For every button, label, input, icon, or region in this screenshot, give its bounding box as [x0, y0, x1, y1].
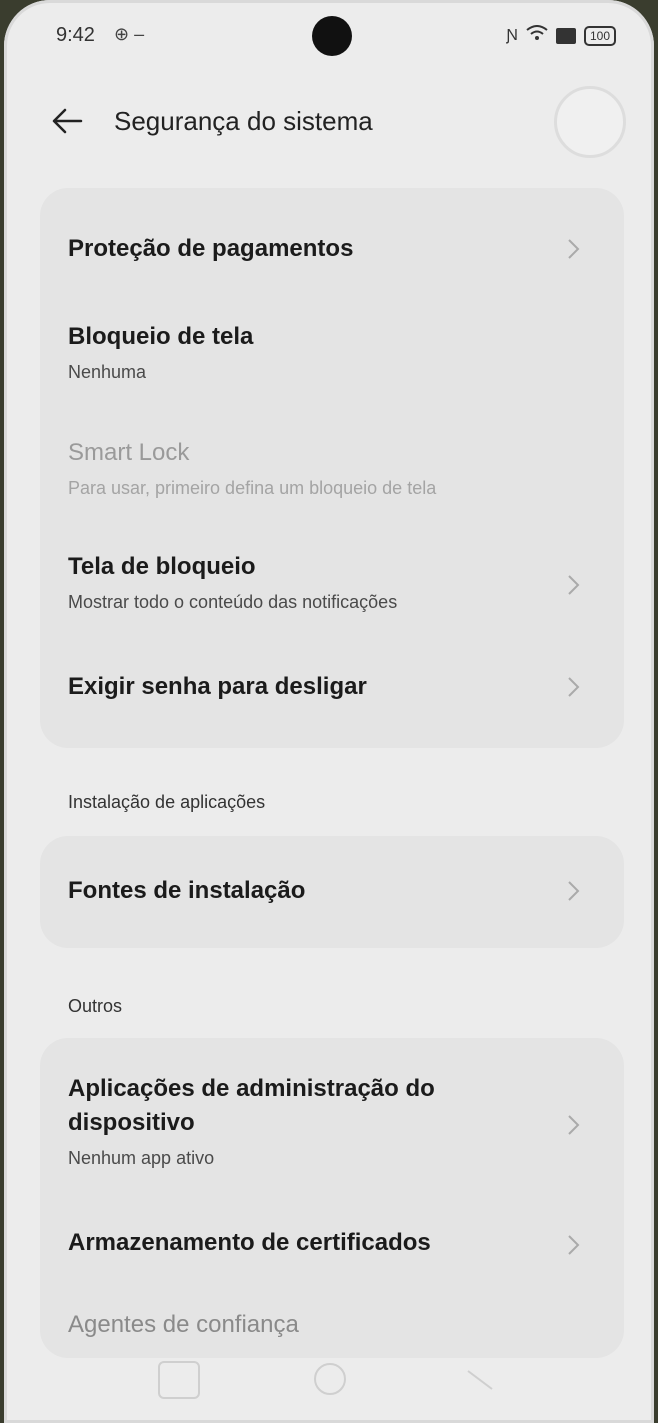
chevron-right-icon: [568, 881, 580, 901]
install-card: Fontes de instalação: [40, 836, 624, 948]
wifi-icon: [526, 25, 548, 46]
recent-apps-button[interactable]: [158, 1361, 200, 1399]
others-card: Aplicações de administração do dispositi…: [40, 1038, 624, 1358]
chevron-right-icon: [568, 575, 580, 595]
list-item-device-admin-apps[interactable]: Aplicações de administração do dispositi…: [68, 1072, 488, 1169]
app-header: Segurança do sistema: [4, 80, 654, 170]
status-bar: 9:42 ⊕ – Ɲ 100: [4, 0, 654, 70]
list-item-payment-protection[interactable]: Proteção de pagamentos: [68, 232, 608, 266]
camera-cutout: [312, 16, 352, 56]
section-title-others: Outros: [68, 996, 123, 1016]
item-label: Smart Lock: [68, 439, 190, 466]
list-item-install-sources[interactable]: Fontes de instalação: [68, 874, 608, 908]
item-label: Proteção de pagamentos: [68, 235, 354, 262]
item-label: Fontes de instalação: [68, 877, 306, 904]
status-time: 9:42: [56, 24, 95, 46]
item-label: Armazenamento de certificados: [68, 1229, 431, 1256]
home-button[interactable]: [314, 1363, 346, 1395]
chevron-right-icon: [568, 239, 580, 259]
nav-back-icon[interactable]: [460, 1361, 500, 1399]
chevron-right-icon: [568, 677, 580, 697]
status-icons-right: Ɲ 100: [506, 25, 616, 46]
item-label: Tela de bloqueio: [68, 553, 256, 580]
item-label: Exigir senha para desligar: [68, 673, 367, 700]
signal-icon: [555, 27, 576, 44]
chevron-right-icon: [568, 1235, 580, 1255]
battery-icon: 100: [583, 25, 616, 46]
list-item-lock-screen[interactable]: Tela de bloqueio Mostrar todo o conteúdo…: [68, 550, 608, 613]
item-subtitle: Nenhuma: [68, 362, 147, 382]
item-label: Bloqueio de tela: [68, 323, 254, 350]
list-item-screen-lock[interactable]: Bloqueio de tela Nenhuma: [68, 320, 608, 383]
item-subtitle: Nenhum app ativo: [68, 1148, 215, 1168]
page-title: Segurança do sistema: [114, 106, 373, 136]
item-subtitle: Mostrar todo o conteúdo das notificações: [68, 592, 398, 612]
section-title-install: Instalação de aplicações: [68, 792, 266, 812]
back-button[interactable]: [44, 98, 90, 144]
floating-circle-button[interactable]: [554, 86, 626, 158]
arrow-left-icon: [52, 108, 83, 134]
item-label: Aplicações de administração do dispositi…: [68, 1075, 435, 1136]
security-card: Proteção de pagamentos Bloqueio de tela …: [40, 188, 624, 748]
list-item-smart-lock[interactable]: Smart Lock Para usar, primeiro defina um…: [68, 436, 608, 499]
nfc-icon: Ɲ: [506, 26, 518, 44]
item-subtitle: Para usar, primeiro defina um bloqueio d…: [68, 478, 437, 498]
phone-screen: 9:42 ⊕ – Ɲ 100 Segurança do sistema Prot…: [4, 0, 654, 1423]
list-item-require-password-shutdown[interactable]: Exigir senha para desligar: [68, 670, 608, 704]
status-icons-left: ⊕ –: [114, 24, 145, 44]
chevron-right-icon: [568, 1115, 580, 1135]
list-item-certificate-storage[interactable]: Armazenamento de certificados: [68, 1226, 608, 1260]
navigation-bar: [4, 1333, 654, 1423]
